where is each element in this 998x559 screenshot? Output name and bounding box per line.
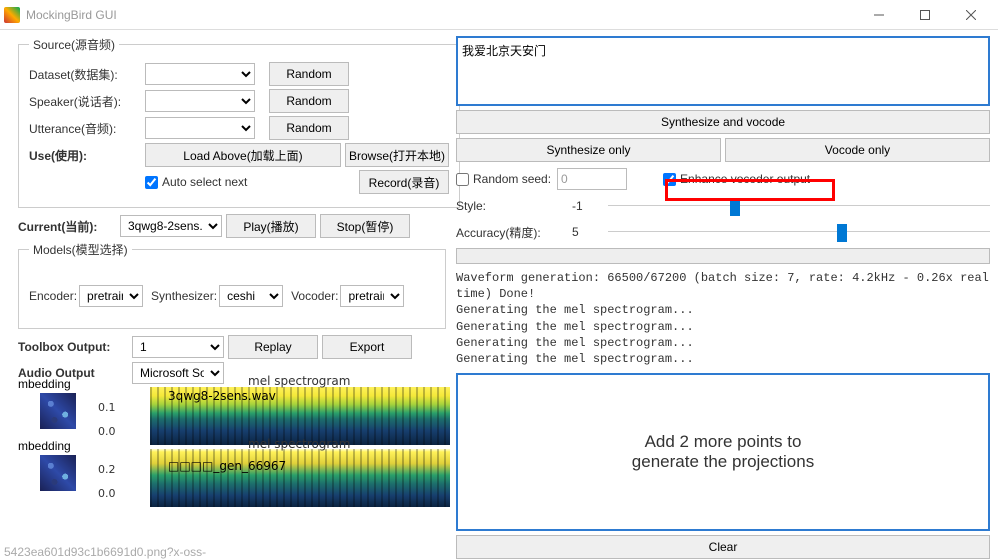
style-label: Style: bbox=[456, 199, 566, 213]
speaker-random-button[interactable]: Random bbox=[269, 89, 349, 113]
accuracy-value: 5 bbox=[572, 225, 602, 239]
clear-button[interactable]: Clear bbox=[456, 535, 990, 559]
encoder-label: Encoder: bbox=[29, 289, 77, 303]
vocode-only-button[interactable]: Vocode only bbox=[725, 138, 990, 162]
source-group: Source(源音频) Dataset(数据集): Random Speaker… bbox=[18, 36, 460, 208]
embedding-label-1: mbedding bbox=[18, 377, 71, 391]
random-seed-input[interactable] bbox=[456, 173, 469, 186]
axis-tick-02: 0.2 bbox=[98, 463, 116, 476]
vocoder-label: Vocoder: bbox=[291, 289, 338, 303]
audio-output-select[interactable]: Microsoft Sou bbox=[132, 362, 224, 384]
enhance-label: Enhance vocoder output bbox=[680, 172, 810, 186]
auto-select-checkbox[interactable]: Auto select next bbox=[145, 175, 247, 189]
models-legend: Models(模型选择) bbox=[29, 241, 132, 258]
enhance-checkbox[interactable]: Enhance vocoder output bbox=[663, 172, 810, 186]
record-button[interactable]: Record(录音) bbox=[359, 170, 449, 194]
utterance-random-button[interactable]: Random bbox=[269, 116, 349, 140]
window-title: MockingBird GUI bbox=[26, 8, 856, 22]
text-input[interactable] bbox=[456, 36, 990, 106]
accuracy-label: Accuracy(精度): bbox=[456, 224, 566, 241]
browse-button[interactable]: Browse(打开本地) bbox=[345, 143, 449, 167]
encoder-select[interactable]: pretrain bbox=[79, 285, 143, 307]
play-button[interactable]: Play(播放) bbox=[226, 214, 316, 238]
embedding-image-1 bbox=[40, 393, 76, 429]
export-button[interactable]: Export bbox=[322, 335, 412, 359]
dataset-random-button[interactable]: Random bbox=[269, 62, 349, 86]
auto-select-input[interactable] bbox=[145, 176, 158, 189]
spectrogram-1-label: 3qwg8-2sens.wav bbox=[168, 389, 276, 403]
utterance-select[interactable] bbox=[145, 117, 255, 139]
dataset-select[interactable] bbox=[145, 63, 255, 85]
load-above-button[interactable]: Load Above(加载上面) bbox=[145, 143, 341, 167]
synthesizer-select[interactable]: ceshi bbox=[219, 285, 283, 307]
projection-placeholder: Add 2 more points to generate the projec… bbox=[456, 373, 990, 531]
auto-select-label: Auto select next bbox=[162, 175, 247, 189]
spectrogram-area: mbedding 0.1 0.0 3qwg8-2sens.wav mel spe… bbox=[18, 387, 446, 505]
vocoder-select[interactable]: pretrain bbox=[340, 285, 404, 307]
synthesize-vocode-button[interactable]: Synthesize and vocode bbox=[456, 110, 990, 134]
spectrogram-2-label: □□□□_gen_66967 bbox=[168, 459, 286, 473]
embedding-label-2: mbedding bbox=[18, 439, 71, 453]
spectrogram-2 bbox=[150, 449, 450, 507]
random-seed-checkbox[interactable]: Random seed: bbox=[456, 172, 551, 186]
use-label: Use(使用): bbox=[29, 147, 141, 164]
style-value: -1 bbox=[572, 199, 602, 213]
speaker-label: Speaker(说话者): bbox=[29, 93, 141, 110]
axis-tick-00: 0.0 bbox=[98, 425, 116, 438]
enhance-input[interactable] bbox=[663, 173, 676, 186]
models-group: Models(模型选择) Encoder: pretrain Synthesiz… bbox=[18, 241, 446, 329]
spectrogram-strip-1: mel spectrogram bbox=[248, 374, 350, 388]
style-slider[interactable] bbox=[608, 196, 990, 216]
current-select[interactable]: 3qwg8-2sens.w bbox=[120, 215, 222, 237]
spectrogram-strip-2: mel spectrogram bbox=[248, 437, 350, 451]
embedding-image-2 bbox=[40, 455, 76, 491]
accuracy-slider[interactable] bbox=[608, 222, 990, 242]
seed-value-input[interactable] bbox=[557, 168, 627, 190]
close-button[interactable] bbox=[948, 0, 994, 30]
progress-bar bbox=[456, 248, 990, 264]
dataset-label: Dataset(数据集): bbox=[29, 66, 141, 83]
toolbox-output-label: Toolbox Output: bbox=[18, 340, 128, 354]
synthesize-only-button[interactable]: Synthesize only bbox=[456, 138, 721, 162]
speaker-select[interactable] bbox=[145, 90, 255, 112]
stop-button[interactable]: Stop(暂停) bbox=[320, 214, 410, 238]
log-output: Waveform generation: 66500/67200 (batch … bbox=[456, 270, 990, 367]
source-legend: Source(源音频) bbox=[29, 36, 119, 53]
utterance-label: Utterance(音频): bbox=[29, 120, 141, 137]
current-label: Current(当前): bbox=[18, 218, 116, 235]
app-icon bbox=[4, 7, 20, 23]
footer-text: 5423ea601d93c1b6691d0.png?x-oss- bbox=[4, 545, 206, 559]
synthesizer-label: Synthesizer: bbox=[151, 289, 217, 303]
axis-tick-01: 0.1 bbox=[98, 401, 116, 414]
maximize-button[interactable] bbox=[902, 0, 948, 30]
projection-message: Add 2 more points to generate the projec… bbox=[632, 432, 814, 472]
minimize-button[interactable] bbox=[856, 0, 902, 30]
random-seed-label: Random seed: bbox=[473, 172, 551, 186]
toolbox-output-select[interactable]: 1 bbox=[132, 336, 224, 358]
replay-button[interactable]: Replay bbox=[228, 335, 318, 359]
axis-tick-00b: 0.0 bbox=[98, 487, 116, 500]
